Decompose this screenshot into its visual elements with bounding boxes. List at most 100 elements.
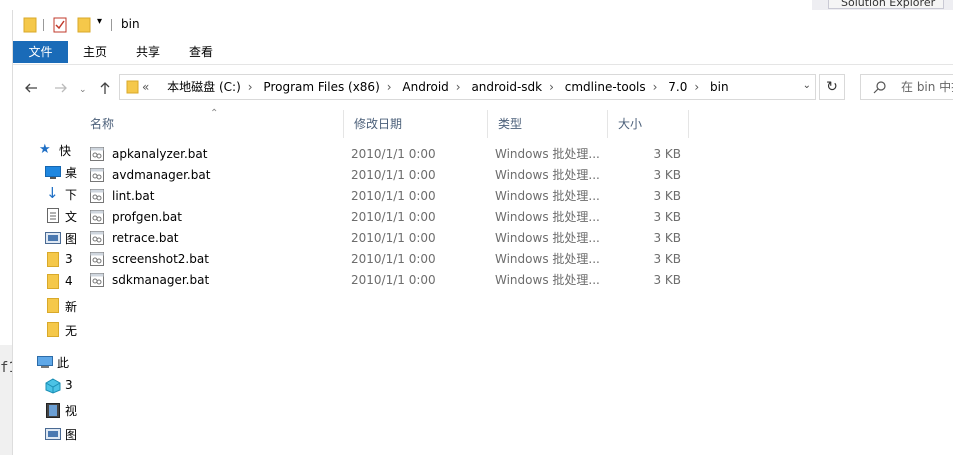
file-type: Windows 批处理... — [495, 252, 600, 266]
refresh-button[interactable]: ↻ — [819, 74, 845, 100]
refresh-icon: ↻ — [826, 79, 838, 95]
nav-item-videos[interactable]: 视 — [45, 400, 77, 420]
file-name: apkanalyzer.bat — [112, 147, 208, 161]
nav-item-folder-new[interactable]: 新 — [45, 296, 77, 316]
tab-view[interactable]: 查看 — [189, 41, 213, 63]
file-date: 2010/1/1 0:00 — [351, 252, 436, 266]
table-row[interactable]: retrace.bat 2010/1/1 0:00 Windows 批处理...… — [80, 228, 953, 249]
folder-icon — [23, 17, 37, 36]
breadcrumb-android[interactable]: Android — [402, 80, 448, 94]
nav-item-this-pc[interactable]: 此 — [37, 352, 69, 372]
title-bar: ▾ bin — [13, 10, 953, 40]
tab-file[interactable]: 文件 — [13, 41, 68, 63]
file-size: 3 KB — [653, 231, 681, 245]
file-type: Windows 批处理... — [495, 168, 600, 182]
search-input[interactable]: 在 bin 中搜索 — [860, 74, 953, 100]
nav-item-quick-access[interactable]: ★ 快 — [39, 140, 71, 160]
breadcrumb-separator-icon[interactable]: › — [387, 80, 392, 94]
desktop-icon — [45, 166, 61, 182]
folder-icon — [47, 298, 59, 316]
folder-icon — [47, 252, 59, 270]
breadcrumb-separator-icon[interactable]: › — [694, 80, 699, 94]
file-type: Windows 批处理... — [495, 231, 600, 245]
properties-checkmark-icon[interactable] — [53, 17, 67, 36]
file-name: retrace.bat — [112, 231, 179, 245]
forward-arrow-icon[interactable] — [54, 81, 68, 98]
nav-item-documents[interactable]: 文 — [45, 206, 77, 226]
breadcrumb-separator-icon[interactable]: › — [653, 80, 658, 94]
file-explorer-window: ▾ bin 文件 主页 共享 查看 ⌄ « 本地磁盘 (C:) › Program — [12, 10, 953, 455]
nav-item-pictures[interactable]: 图 — [45, 228, 77, 248]
download-icon: ↓ — [46, 184, 59, 202]
file-date: 2010/1/1 0:00 — [351, 168, 436, 182]
picture-icon — [45, 232, 61, 247]
file-type: Windows 批处理... — [495, 273, 600, 287]
toolbar-separator — [43, 19, 44, 31]
breadcrumb-overflow-icon[interactable]: « — [142, 80, 149, 94]
address-bar[interactable]: « 本地磁盘 (C:) › Program Files (x86) › Androi… — [119, 74, 816, 100]
file-size: 3 KB — [653, 210, 681, 224]
column-header-type[interactable]: 类型 — [488, 110, 608, 138]
file-list: apkanalyzer.bat 2010/1/1 0:00 Windows 批处… — [80, 144, 953, 291]
new-folder-icon[interactable] — [77, 17, 91, 36]
file-type: Windows 批处理... — [495, 189, 600, 203]
breadcrumb-program-files[interactable]: Program Files (x86) — [263, 80, 379, 94]
nav-item-downloads[interactable]: ↓ 下 — [45, 184, 77, 204]
folder-icon — [47, 322, 59, 340]
breadcrumb-cmdline-tools[interactable]: cmdline-tools — [565, 80, 646, 94]
navigation-pane: ★ 快 桌 ↓ 下 文 图 3 4 新 无 此 3 视 图 — [13, 110, 77, 455]
file-size: 3 KB — [653, 189, 681, 203]
nav-item-folder-none[interactable]: 无 — [45, 320, 77, 340]
file-date: 2010/1/1 0:00 — [351, 189, 436, 203]
table-row[interactable]: screenshot2.bat 2010/1/1 0:00 Windows 批处… — [80, 249, 953, 270]
table-row[interactable]: lint.bat 2010/1/1 0:00 Windows 批处理... 3 … — [80, 186, 953, 207]
nav-item-desktop[interactable]: 桌 — [45, 162, 77, 182]
document-icon — [47, 208, 59, 226]
file-size: 3 KB — [653, 168, 681, 182]
ribbon-tabs: 文件 主页 共享 查看 — [13, 40, 953, 65]
address-dropdown-chevron-icon[interactable]: ⌄ — [803, 80, 811, 91]
recent-locations-chevron-icon[interactable]: ⌄ — [79, 83, 87, 97]
file-name: sdkmanager.bat — [112, 273, 210, 287]
breadcrumb-bin[interactable]: bin — [710, 80, 729, 94]
nav-item-folder-4[interactable]: 4 — [45, 272, 75, 292]
breadcrumb-separator-icon[interactable]: › — [456, 80, 461, 94]
breadcrumb-local-disk[interactable]: 本地磁盘 (C:) — [167, 80, 241, 94]
tab-share[interactable]: 共享 — [136, 41, 160, 63]
customize-toolbar-chevron-icon[interactable]: ▾ — [97, 16, 102, 27]
table-row[interactable]: profgen.bat 2010/1/1 0:00 Windows 批处理...… — [80, 207, 953, 228]
file-type: Windows 批处理... — [495, 147, 600, 161]
nav-item-pictures-pc[interactable]: 图 — [45, 424, 77, 444]
picture-icon — [45, 428, 61, 443]
breadcrumb: « 本地磁盘 (C:) › Program Files (x86) › Androi… — [142, 75, 729, 99]
solution-explorer-tab[interactable]: Solution Explorer — [828, 0, 944, 9]
column-header-size[interactable]: 大小 — [608, 110, 689, 138]
file-type: Windows 批处理... — [495, 210, 600, 224]
search-icon — [873, 80, 887, 97]
up-arrow-icon[interactable] — [99, 81, 111, 98]
nav-item-3d-objects[interactable]: 3 — [45, 376, 75, 396]
tab-home[interactable]: 主页 — [83, 41, 107, 63]
3d-objects-icon — [45, 378, 61, 397]
computer-icon — [37, 356, 53, 372]
file-date: 2010/1/1 0:00 — [351, 273, 436, 287]
table-row[interactable]: sdkmanager.bat 2010/1/1 0:00 Windows 批处理… — [80, 270, 953, 291]
breadcrumb-version[interactable]: 7.0 — [668, 80, 687, 94]
file-date: 2010/1/1 0:00 — [351, 147, 436, 161]
navigation-bar: ⌄ « 本地磁盘 (C:) › Program Files (x86) › Andr… — [13, 73, 953, 103]
breadcrumb-separator-icon[interactable]: › — [549, 80, 554, 94]
file-size: 3 KB — [653, 147, 681, 161]
nav-item-folder-3[interactable]: 3 — [45, 250, 75, 270]
table-row[interactable]: apkanalyzer.bat 2010/1/1 0:00 Windows 批处… — [80, 144, 953, 165]
back-arrow-icon[interactable] — [24, 81, 38, 98]
file-name: lint.bat — [112, 189, 155, 203]
column-header-name[interactable]: 名称 — [80, 110, 344, 138]
breadcrumb-separator-icon[interactable]: › — [248, 80, 253, 94]
file-date: 2010/1/1 0:00 — [351, 210, 436, 224]
breadcrumb-android-sdk[interactable]: android-sdk — [471, 80, 542, 94]
file-name: profgen.bat — [112, 210, 182, 224]
column-header-date[interactable]: 修改日期 — [344, 110, 488, 138]
batch-file-icon — [90, 273, 104, 294]
file-name: avdmanager.bat — [112, 168, 211, 182]
table-row[interactable]: avdmanager.bat 2010/1/1 0:00 Windows 批处理… — [80, 165, 953, 186]
